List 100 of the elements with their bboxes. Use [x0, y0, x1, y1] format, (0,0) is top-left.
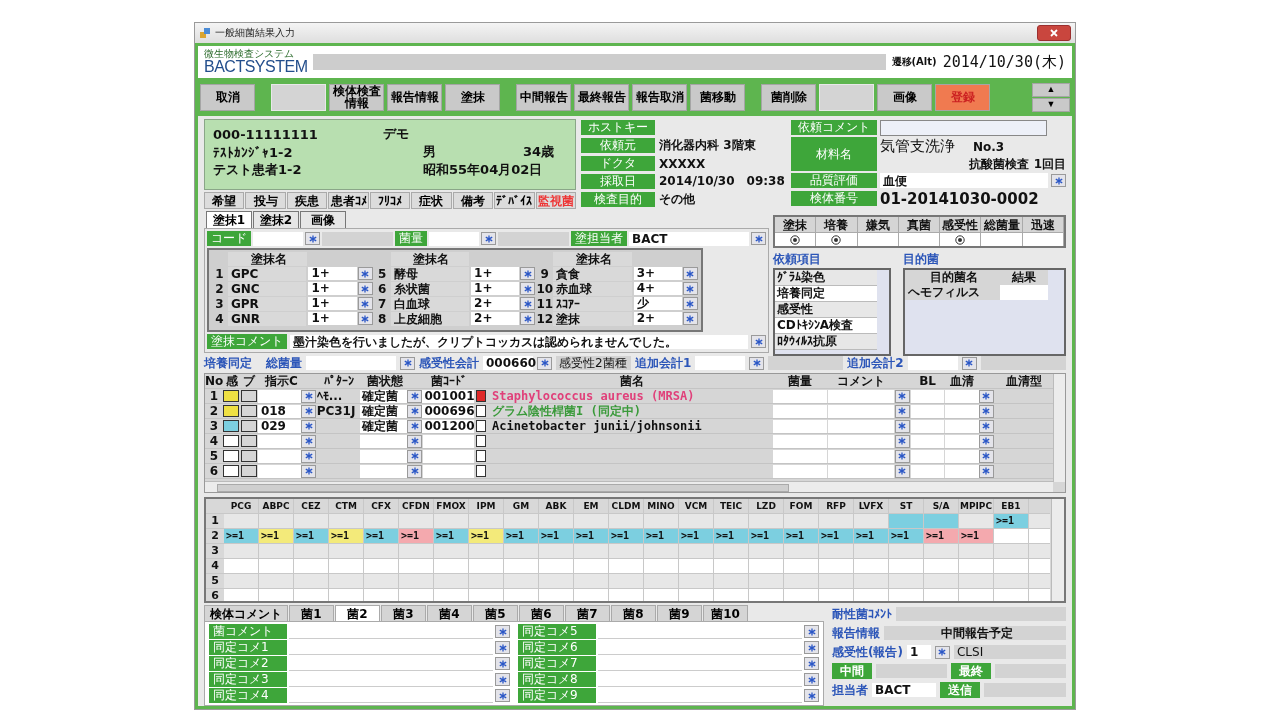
table-cell[interactable] [945, 464, 979, 478]
lookup-button[interactable] [894, 464, 910, 478]
table-cell[interactable] [772, 449, 827, 463]
table-cell[interactable]: 確定菌 [359, 404, 407, 418]
table-cell[interactable]: >=1 [259, 529, 294, 543]
patient-tab[interactable]: 症状 [411, 192, 452, 209]
checkbox[interactable] [241, 419, 258, 432]
lookup-button[interactable] [407, 389, 423, 403]
smear-value-field[interactable]: 1+ [308, 282, 357, 295]
table-cell[interactable] [945, 404, 979, 418]
color-swatch[interactable] [223, 419, 240, 432]
lookup-button[interactable] [894, 404, 910, 418]
toolbar-button[interactable]: 最終報告 [574, 83, 629, 111]
arrow-button[interactable]: ▼ [1032, 97, 1070, 112]
flag-box[interactable] [475, 434, 486, 447]
vertical-scrollbar[interactable] [1053, 374, 1065, 482]
list-item[interactable]: ﾛﾀｳｨﾙｽ抗原 [775, 334, 877, 350]
smear-tab[interactable]: 塗抹1 [206, 211, 252, 228]
table-cell[interactable] [827, 449, 895, 463]
toolbar-button[interactable]: 検体検査情報 [329, 83, 384, 111]
tab[interactable]: 菌1 [289, 605, 334, 621]
lookup-button[interactable] [1051, 174, 1066, 187]
lookup-button[interactable] [683, 282, 698, 295]
smear-value-field[interactable]: 3+ [633, 267, 682, 280]
checkbox[interactable] [241, 434, 258, 447]
lookup-button[interactable] [751, 232, 766, 245]
list-item[interactable]: ｸﾞﾗﾑ染色 [775, 270, 877, 286]
table-cell[interactable] [257, 389, 301, 403]
table-cell[interactable] [827, 464, 895, 478]
table-cell[interactable]: >=1 [329, 529, 364, 543]
lookup-button[interactable] [407, 404, 423, 418]
table-cell[interactable]: 001001 [422, 389, 475, 403]
tab[interactable]: 菌6 [519, 605, 564, 621]
report-field[interactable]: 1 [906, 645, 931, 659]
table-cell[interactable] [827, 434, 895, 448]
table-cell[interactable] [945, 419, 979, 433]
color-swatch[interactable] [223, 464, 240, 477]
tab[interactable]: 菌2 [335, 605, 380, 621]
table-cell[interactable]: >=1 [364, 529, 399, 543]
lookup-button[interactable] [495, 641, 510, 654]
lookup-button[interactable] [495, 689, 510, 702]
table-cell[interactable] [910, 434, 945, 448]
table-cell[interactable] [772, 434, 827, 448]
table-cell[interactable] [945, 449, 979, 463]
table-cell[interactable] [772, 464, 827, 478]
table-cell[interactable]: >=1 [959, 529, 994, 543]
checkbox[interactable] [241, 404, 258, 417]
blank-button[interactable] [819, 83, 874, 111]
table-cell[interactable] [257, 434, 302, 448]
lookup-button[interactable] [894, 449, 910, 463]
table-cell[interactable]: >=1 [644, 529, 679, 543]
flag-box[interactable] [476, 419, 487, 432]
table-cell[interactable] [422, 434, 474, 448]
staff-field[interactable]: BACT [872, 683, 936, 697]
lookup-button[interactable] [520, 282, 536, 295]
table-cell[interactable]: 000696 [422, 404, 475, 418]
lookup-button[interactable] [961, 356, 977, 370]
comment-field[interactable] [880, 119, 1047, 136]
toolbar-button[interactable]: 報告情報 [387, 83, 442, 111]
color-swatch[interactable] [223, 449, 240, 462]
table-cell[interactable]: >=1 [784, 529, 819, 543]
patient-tab[interactable]: ﾌﾘｺﾒ [369, 192, 411, 209]
lookup-button[interactable] [301, 464, 317, 478]
table-cell[interactable]: >=1 [469, 529, 504, 543]
table-cell[interactable]: >=1 [889, 529, 924, 543]
lookup-button[interactable] [934, 645, 950, 659]
smear-value-field[interactable]: 4+ [633, 282, 682, 295]
smear-value-field[interactable]: 1+ [308, 297, 357, 310]
table-cell[interactable] [910, 464, 945, 478]
lookup-button[interactable] [804, 657, 819, 670]
table-cell[interactable]: >=1 [819, 529, 854, 543]
lookup-button[interactable] [749, 356, 765, 370]
table-cell[interactable] [945, 434, 979, 448]
patient-tab[interactable]: 備考 [452, 192, 494, 209]
lookup-button[interactable] [804, 625, 819, 638]
flag-box[interactable] [475, 449, 486, 462]
table-cell[interactable]: >=1 [539, 529, 574, 543]
table-cell[interactable] [827, 389, 895, 403]
lookup-button[interactable] [683, 297, 698, 310]
table-cell[interactable] [911, 404, 945, 418]
table-cell[interactable]: 029 [257, 419, 301, 433]
lookup-button[interactable] [400, 356, 415, 370]
patient-tab[interactable]: ﾃﾞﾊﾞｲｽ [494, 192, 535, 209]
smear-tab[interactable]: 塗抹2 [253, 211, 299, 228]
table-cell[interactable] [773, 419, 827, 433]
flag-box[interactable] [475, 464, 486, 477]
table-cell[interactable] [911, 419, 945, 433]
lookup-button[interactable] [357, 267, 373, 280]
quality-field[interactable]: 血便 [880, 173, 1048, 188]
lookup-button[interactable] [894, 389, 910, 403]
table-cell[interactable]: 確定菌 [359, 419, 407, 433]
lookup-button[interactable] [495, 673, 510, 686]
table-cell[interactable]: >=1 [504, 529, 539, 543]
lookup-button[interactable] [301, 419, 317, 433]
color-swatch[interactable] [223, 434, 240, 447]
table-cell[interactable] [889, 514, 924, 528]
table-cell[interactable]: >=1 [399, 529, 434, 543]
tab[interactable]: 菌4 [427, 605, 472, 621]
toolbar-button[interactable]: 画像 [877, 83, 932, 111]
toolbar-button[interactable]: 取消 [200, 83, 255, 111]
